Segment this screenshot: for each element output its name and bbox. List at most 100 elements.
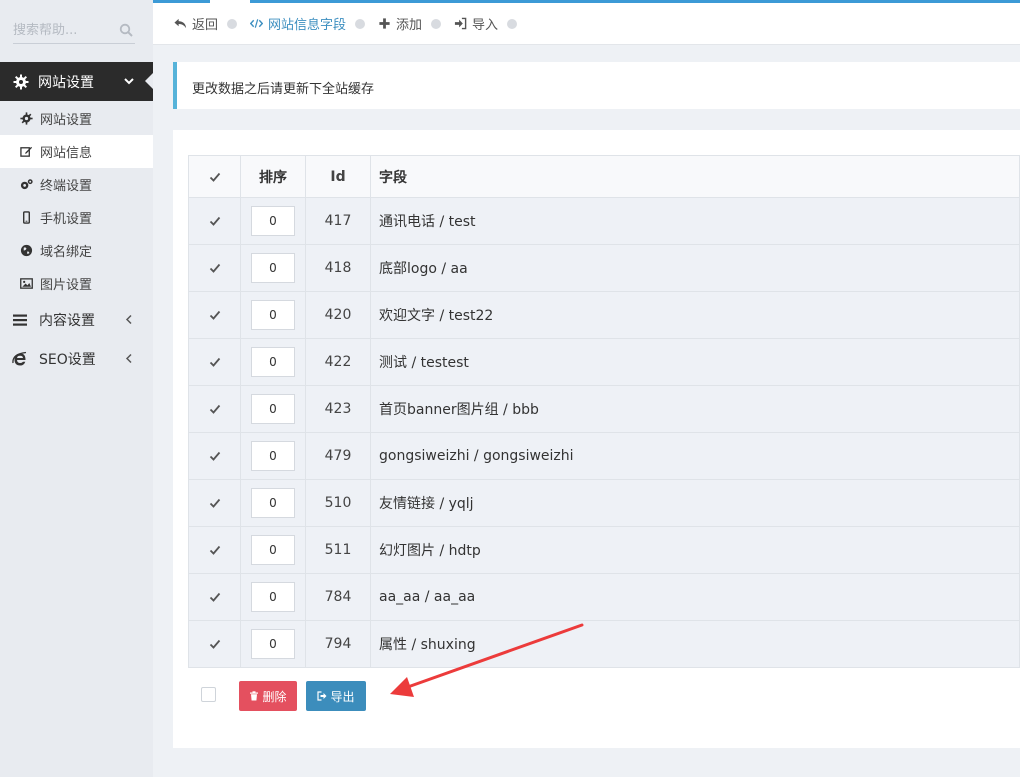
separator-dot xyxy=(227,18,238,29)
sort-input[interactable] xyxy=(251,253,295,283)
sort-input[interactable] xyxy=(251,535,295,565)
sort-input[interactable] xyxy=(251,394,295,424)
gears-icon xyxy=(20,179,33,190)
tab-website-info-fields[interactable]: 网站信息字段 xyxy=(250,14,346,33)
row-checkbox-cell[interactable] xyxy=(188,244,241,292)
row-field: 底部logo / aa xyxy=(370,244,1020,292)
check-icon[interactable] xyxy=(208,590,222,604)
row-field: 属性 / shuxing xyxy=(370,620,1020,668)
sidebar-item-image-settings[interactable]: 图片设置 xyxy=(0,267,153,300)
table-row: 510 友情链接 / yqlj xyxy=(188,479,1020,527)
code-icon xyxy=(250,19,264,28)
chevron-down-icon xyxy=(124,78,134,85)
menu-content-settings[interactable]: 内容设置 xyxy=(0,300,153,339)
table-row: 511 幻灯图片 / hdtp xyxy=(188,526,1020,574)
menu-label: 内容设置 xyxy=(39,312,95,329)
sort-input[interactable] xyxy=(251,488,295,518)
row-field: 通讯电话 / test xyxy=(370,197,1020,245)
row-checkbox-cell[interactable] xyxy=(188,573,241,621)
delete-button[interactable]: 删除 xyxy=(239,681,297,711)
row-sort-cell xyxy=(240,479,306,527)
row-id: 510 xyxy=(305,479,371,527)
row-checkbox-cell[interactable] xyxy=(188,432,241,480)
check-icon[interactable] xyxy=(208,449,222,463)
row-checkbox-cell[interactable] xyxy=(188,620,241,668)
sidebar-item-mobile-settings[interactable]: 手机设置 xyxy=(0,201,153,234)
export-icon xyxy=(317,691,327,701)
sidebar: 网站设置 网站设置 网站信息 终端设置 手机设置 xyxy=(0,0,153,777)
sidebar-item-label: 图片设置 xyxy=(40,278,93,293)
check-icon[interactable] xyxy=(208,308,222,322)
plus-icon xyxy=(379,18,390,29)
import-label: 导入 xyxy=(472,18,499,33)
sort-input[interactable] xyxy=(251,582,295,612)
sort-input[interactable] xyxy=(251,347,295,377)
sidebar-item-terminal-settings[interactable]: 终端设置 xyxy=(0,168,153,201)
row-checkbox-cell[interactable] xyxy=(188,479,241,527)
gear-icon xyxy=(13,74,29,89)
separator-dot xyxy=(355,18,366,29)
row-checkbox-cell[interactable] xyxy=(188,338,241,386)
separator-dot xyxy=(507,18,518,29)
row-sort-cell xyxy=(240,432,306,480)
table-row: 794 属性 / shuxing xyxy=(188,620,1020,668)
table-row: 784 aa_aa / aa_aa xyxy=(188,573,1020,621)
header-select-all[interactable] xyxy=(188,155,241,198)
sort-input[interactable] xyxy=(251,206,295,236)
row-checkbox-cell[interactable] xyxy=(188,291,241,339)
row-field: gongsiweizhi / gongsiweizhi xyxy=(370,432,1020,480)
table-row: 420 欢迎文字 / test22 xyxy=(188,291,1020,339)
sort-input[interactable] xyxy=(251,300,295,330)
check-icon[interactable] xyxy=(208,214,222,228)
row-checkbox-cell[interactable] xyxy=(188,526,241,574)
sidebar-item-domain-binding[interactable]: 域名绑定 xyxy=(0,234,153,267)
search-input[interactable] xyxy=(13,18,113,42)
check-icon[interactable] xyxy=(208,402,222,416)
row-id: 511 xyxy=(305,526,371,574)
tab-label: 网站信息字段 xyxy=(268,18,347,33)
header-field: 字段 xyxy=(370,155,1020,198)
check-icon[interactable] xyxy=(208,496,222,510)
sort-input[interactable] xyxy=(251,629,295,659)
row-id: 479 xyxy=(305,432,371,480)
import-button[interactable]: 导入 xyxy=(454,14,498,33)
row-checkbox-cell[interactable] xyxy=(188,385,241,433)
row-field: 幻灯图片 / hdtp xyxy=(370,526,1020,574)
trash-icon xyxy=(250,691,259,701)
fields-panel: 排序 Id 字段 417 通讯电话 / test 418 底部logo / aa xyxy=(173,130,1020,748)
check-icon[interactable] xyxy=(208,355,222,369)
add-button[interactable]: 添加 xyxy=(378,14,422,33)
table-row: 418 底部logo / aa xyxy=(188,244,1020,292)
search-icon[interactable] xyxy=(119,23,133,37)
menu-seo-settings[interactable]: SEO设置 xyxy=(0,339,153,378)
row-id: 794 xyxy=(305,620,371,668)
row-checkbox-cell[interactable] xyxy=(188,197,241,245)
check-icon[interactable] xyxy=(208,543,222,557)
delete-label: 删除 xyxy=(262,689,287,704)
menu-website-settings[interactable]: 网站设置 xyxy=(0,62,153,101)
check-icon[interactable] xyxy=(208,261,222,275)
footer-select-all-checkbox[interactable] xyxy=(201,687,216,702)
chevron-left-icon xyxy=(125,353,132,364)
row-id: 418 xyxy=(305,244,371,292)
back-button[interactable]: 返回 xyxy=(174,14,218,33)
sidebar-item-website-settings[interactable]: 网站设置 xyxy=(0,102,153,135)
notice-text: 更改数据之后请更新下全站缓存 xyxy=(192,82,375,97)
sidebar-item-website-info[interactable]: 网站信息 xyxy=(0,135,153,168)
check-icon[interactable] xyxy=(208,637,222,651)
row-field: 友情链接 / yqlj xyxy=(370,479,1020,527)
header-id: Id xyxy=(305,155,371,198)
gear-icon xyxy=(20,112,33,125)
edit-icon xyxy=(20,146,33,157)
row-id: 784 xyxy=(305,573,371,621)
cache-notice: 更改数据之后请更新下全站缓存 xyxy=(173,62,1020,109)
image-icon xyxy=(20,278,33,289)
table-row: 479 gongsiweizhi / gongsiweizhi xyxy=(188,432,1020,480)
back-label: 返回 xyxy=(192,18,219,33)
check-icon[interactable] xyxy=(208,170,222,184)
export-button[interactable]: 导出 xyxy=(306,681,366,711)
sort-input[interactable] xyxy=(251,441,295,471)
sidebar-item-label: 手机设置 xyxy=(40,212,93,227)
sidebar-item-label: 网站信息 xyxy=(40,146,93,161)
sign-in-icon xyxy=(454,17,467,30)
